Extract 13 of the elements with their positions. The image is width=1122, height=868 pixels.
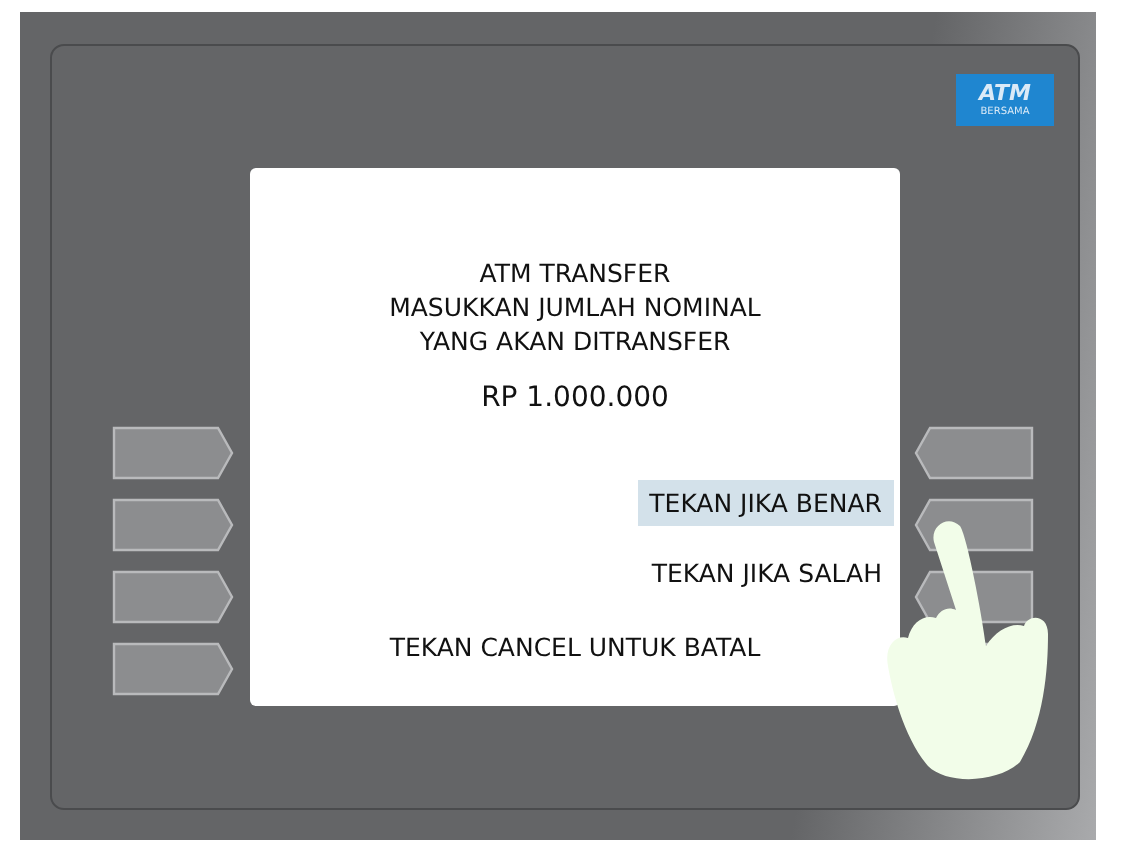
- logo-text: ATM: [979, 82, 1031, 106]
- screen-text: YANG AKAN DITRANSFER: [417, 324, 733, 358]
- screen-option[interactable]: TEKAN JIKA BENAR: [637, 480, 894, 526]
- screen-option[interactable]: TEKAN CANCEL UNTUK BATAL: [377, 624, 773, 670]
- screen-text: ATM TRANSFER: [477, 256, 673, 290]
- side-key[interactable]: [112, 426, 234, 480]
- side-key[interactable]: [112, 570, 234, 624]
- screen-text: MASUKKAN JUMLAH NOMINAL: [387, 290, 763, 324]
- side-key[interactable]: [914, 426, 1036, 480]
- side-key[interactable]: [112, 498, 234, 552]
- transfer-amount: RP 1.000.000: [479, 382, 671, 414]
- screen-option[interactable]: TEKAN JIKA SALAH: [639, 550, 894, 596]
- side-key[interactable]: [112, 642, 234, 696]
